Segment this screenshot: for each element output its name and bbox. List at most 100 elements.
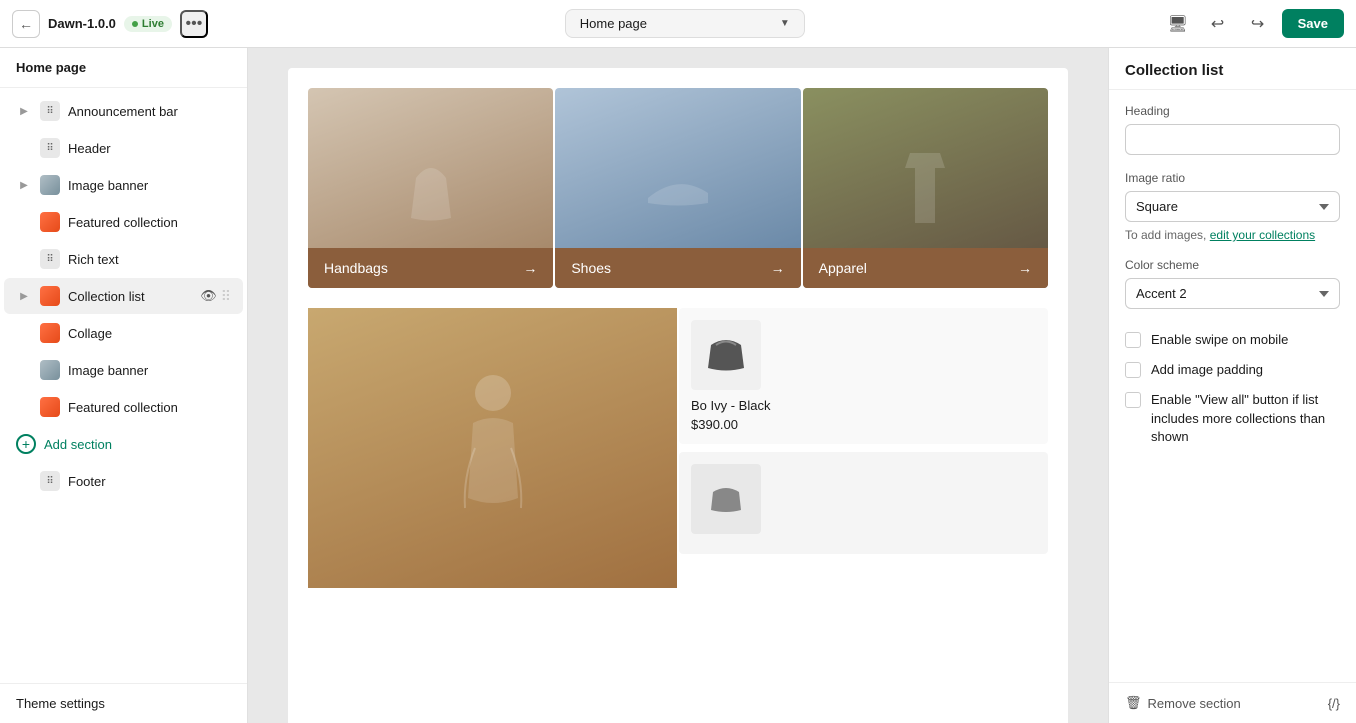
rich-text-icon: ⠿ (40, 249, 60, 269)
add-section-item[interactable]: + Add section (4, 426, 243, 462)
enable-view-all-label: Enable "View all" button if list include… (1151, 391, 1340, 446)
checkbox-box-viewall[interactable] (1125, 392, 1141, 408)
sidebar-item-label: Rich text (68, 252, 231, 267)
visibility-icon[interactable]: 👁 (200, 288, 217, 304)
sidebar-item-label: Collage (68, 326, 231, 341)
theme-settings-label: Theme settings (16, 696, 105, 711)
topbar-right: 🖥 ↩ ↪ Save (1162, 8, 1344, 40)
edit-collections-link[interactable]: edit your collections (1210, 228, 1315, 242)
collection-list-icon (40, 286, 60, 306)
sidebar-item-label: Featured collection (68, 215, 231, 230)
desktop-icon: 🖥 (1167, 14, 1187, 34)
sidebar-item-label: Footer (68, 474, 231, 489)
live-badge: Live (124, 16, 172, 32)
heading-input[interactable] (1125, 124, 1340, 155)
add-section-icon: + (16, 434, 36, 454)
sidebar-item-featured-collection-2[interactable]: ▶ Featured collection (4, 389, 243, 425)
right-panel: Collection list Heading Image ratio Squa… (1108, 48, 1356, 723)
product-card-1[interactable]: Bo Ivy - Black $390.00 (679, 308, 1048, 444)
footer-icon: ⠿ (40, 471, 60, 491)
add-image-padding-checkbox[interactable]: Add image padding (1125, 355, 1340, 385)
back-icon: ← (19, 16, 33, 32)
sidebar-item-label: Header (68, 141, 231, 156)
drag-handle-icon[interactable]: ⠿ (221, 288, 231, 305)
enable-swipe-checkbox[interactable]: Enable swipe on mobile (1125, 325, 1340, 355)
theme-settings[interactable]: Theme settings (0, 683, 247, 723)
sidebar-item-collection-list[interactable]: ▶ Collection list 👁 ⠿ (4, 278, 243, 314)
sidebar-item-rich-text[interactable]: ▶ ⠿ Rich text (4, 241, 243, 277)
undo-icon: ↩ (1211, 14, 1224, 34)
checkbox-box-padding[interactable] (1125, 362, 1141, 378)
product-card-2[interactable] (679, 452, 1048, 554)
sidebar-item-announcement-bar[interactable]: ▶ ⠿ Announcement bar (4, 93, 243, 129)
image-ratio-select[interactable]: Square Portrait Landscape (1125, 191, 1340, 222)
handbags-text: Handbags (324, 260, 388, 276)
announcement-bar-icon: ⠿ (40, 101, 60, 121)
helper-text-prefix: To add images, (1125, 228, 1206, 242)
product-cards: Bo Ivy - Black $390.00 (679, 308, 1048, 588)
page-selector[interactable]: Home page ▼ (565, 9, 805, 38)
sidebar-item-label: Featured collection (68, 400, 231, 415)
sidebar: Home page ▶ ⠿ Announcement bar ▶ ⠿ Heade… (0, 48, 248, 723)
apparel-text: Apparel (819, 260, 867, 276)
topbar-left: ← Dawn-1.0.0 Live ••• (12, 10, 208, 38)
shoes-label: Shoes → (555, 248, 800, 288)
sidebar-item-collage[interactable]: ▶ Collage (4, 315, 243, 351)
collection-card-apparel[interactable]: Apparel → (803, 88, 1048, 288)
sidebar-item-actions: 👁 ⠿ (200, 288, 231, 305)
sidebar-header: Home page (0, 48, 247, 88)
more-icon: ••• (186, 15, 203, 33)
apparel-arrow: → (1018, 260, 1032, 276)
code-icon[interactable]: {/} (1328, 696, 1340, 711)
desktop-view-button[interactable]: 🖥 (1162, 8, 1194, 40)
sidebar-item-featured-collection[interactable]: ▶ Featured collection (4, 204, 243, 240)
page-selector-label: Home page (580, 16, 772, 31)
image-ratio-label: Image ratio (1125, 171, 1340, 185)
back-button[interactable]: ← (12, 10, 40, 38)
color-scheme-select[interactable]: Accent 2 Accent 1 Background 1 Backgroun… (1125, 278, 1340, 309)
sidebar-item-footer[interactable]: ▶ ⠿ Footer (4, 463, 243, 499)
image-ratio-group: Image ratio Square Portrait Landscape To… (1125, 171, 1340, 242)
remove-section-button[interactable]: 🗑 Remove section (1125, 695, 1241, 711)
enable-swipe-label: Enable swipe on mobile (1151, 331, 1288, 349)
sidebar-item-image-banner-2[interactable]: ▶ Image banner (4, 352, 243, 388)
collage-icon (40, 323, 60, 343)
heading-label: Heading (1125, 104, 1340, 118)
checkbox-group: Enable swipe on mobile Add image padding… (1125, 325, 1340, 452)
remove-section-label: Remove section (1148, 696, 1241, 711)
product-card-image-2 (691, 464, 761, 534)
live-dot (132, 21, 138, 27)
save-button[interactable]: Save (1282, 9, 1344, 38)
product-card-image (691, 320, 761, 390)
topbar-center: Home page ▼ (220, 9, 1150, 38)
expand-arrow-icon: ▶ (16, 106, 32, 117)
color-scheme-group: Color scheme Accent 2 Accent 1 Backgroun… (1125, 258, 1340, 309)
image-banner-2-icon (40, 360, 60, 380)
topbar: ← Dawn-1.0.0 Live ••• Home page ▼ 🖥 ↩ ↪ … (0, 0, 1356, 48)
sidebar-item-label: Collection list (68, 289, 192, 304)
sidebar-item-image-banner[interactable]: ▶ Image banner (4, 167, 243, 203)
canvas: Handbags → Shoes → (248, 48, 1108, 723)
store-name: Dawn-1.0.0 (48, 16, 116, 31)
heading-group: Heading (1125, 104, 1340, 155)
redo-button[interactable]: ↪ (1242, 8, 1274, 40)
helper-text: To add images, edit your collections (1125, 228, 1340, 242)
chevron-down-icon: ▼ (780, 18, 790, 29)
canvas-inner: Handbags → Shoes → (288, 68, 1068, 723)
sidebar-list: ▶ ⠿ Announcement bar ▶ ⠿ Header ▶ Image … (0, 88, 247, 683)
enable-view-all-checkbox[interactable]: Enable "View all" button if list include… (1125, 385, 1340, 452)
collection-card-shoes[interactable]: Shoes → (555, 88, 800, 288)
undo-button[interactable]: ↩ (1202, 8, 1234, 40)
header-icon: ⠿ (40, 138, 60, 158)
more-button[interactable]: ••• (180, 10, 208, 38)
checkbox-box-swipe[interactable] (1125, 332, 1141, 348)
featured-collection-2-icon (40, 397, 60, 417)
sidebar-item-header[interactable]: ▶ ⠿ Header (4, 130, 243, 166)
collection-grid: Handbags → Shoes → (288, 68, 1068, 308)
product-price: $390.00 (691, 417, 1036, 432)
add-section-label: Add section (44, 437, 231, 452)
shoes-arrow: → (771, 260, 785, 276)
color-scheme-label: Color scheme (1125, 258, 1340, 272)
sidebar-item-label: Image banner (68, 363, 231, 378)
collection-card-handbags[interactable]: Handbags → (308, 88, 553, 288)
